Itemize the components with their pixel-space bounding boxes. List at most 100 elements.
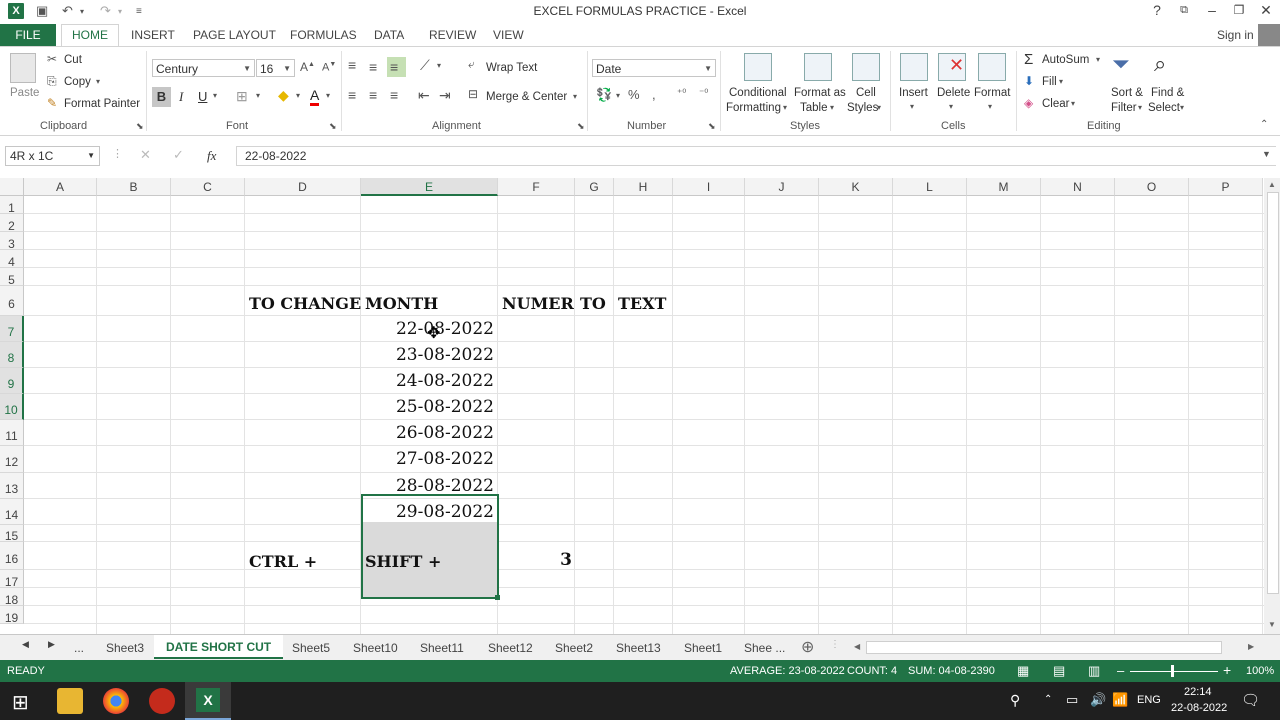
worksheet-grid[interactable]: ABCDEFGHIJKLMNOP 1 2 3 4 5 6 7 8 9 10 11 12 13 14 15 16…	[0, 178, 1280, 634]
font-launcher-icon[interactable]: ⬊	[329, 121, 337, 132]
show-hidden-icons[interactable]: ⌃	[1044, 694, 1052, 705]
column-header-k[interactable]: K	[819, 178, 893, 196]
insert-cells-button[interactable]: Insert	[899, 87, 928, 99]
decrease-decimal-icon[interactable]: ⁻⁰	[699, 88, 708, 99]
borders-icon[interactable]: ⊞	[236, 88, 248, 105]
language-indicator[interactable]: ENG	[1137, 694, 1161, 706]
scroll-down-icon[interactable]: ▼	[1268, 620, 1276, 629]
page-layout-view-icon[interactable]: ▤	[1053, 663, 1065, 679]
underline-button[interactable]: U	[198, 89, 207, 104]
collapse-ribbon-icon[interactable]: ⌃	[1260, 119, 1268, 130]
tab-view[interactable]: VIEW	[493, 28, 524, 42]
autosum-icon[interactable]: Σ	[1024, 51, 1033, 68]
tab-page-layout[interactable]: PAGE LAYOUT	[193, 28, 276, 42]
format-as-table-button[interactable]: Format as	[794, 87, 846, 99]
cell-styles-icon[interactable]	[852, 53, 880, 81]
cell-styles-label2[interactable]: Styles	[847, 102, 878, 114]
column-header-c[interactable]: C	[171, 178, 245, 196]
avatar[interactable]	[1258, 24, 1280, 46]
underline-dropdown-icon[interactable]: ▾	[213, 91, 217, 100]
wrap-text-icon[interactable]: ⤶	[468, 57, 475, 72]
sheet-tab[interactable]: Sheet12	[488, 641, 533, 655]
comma-style-icon[interactable]: ,	[652, 87, 656, 102]
align-top-icon[interactable]: ≡	[348, 57, 356, 73]
row-header-9[interactable]: 9	[0, 368, 24, 394]
clipboard-launcher-icon[interactable]: ⬊	[136, 121, 144, 132]
tab-formulas[interactable]: FORMULAS	[290, 28, 357, 42]
format-as-table-icon[interactable]	[804, 53, 832, 81]
merge-center-icon[interactable]: ⊟	[468, 87, 478, 101]
row-header-5[interactable]: 5	[0, 268, 24, 287]
sheet-tab[interactable]: Sheet1	[684, 641, 722, 655]
windows-start-icon[interactable]: ⊞	[12, 690, 29, 715]
cell-f16[interactable]: 3	[500, 550, 572, 570]
row-header-7[interactable]: 7	[0, 316, 24, 342]
sign-in-link[interactable]: Sign in	[1217, 28, 1254, 42]
bold-button[interactable]: B	[152, 87, 171, 107]
sheet-tab[interactable]: Sheet2	[555, 641, 593, 655]
cell-d6[interactable]: TO CHANGE	[249, 294, 361, 313]
grow-font-icon[interactable]: A▲	[300, 60, 315, 74]
network-icon[interactable]: 📶	[1112, 692, 1128, 708]
shrink-font-icon[interactable]: A▼	[322, 61, 336, 74]
row-header-8[interactable]: 8	[0, 342, 24, 368]
find-select-button[interactable]: Find &	[1151, 87, 1184, 99]
conditional-formatting-button[interactable]: Conditional	[729, 87, 787, 99]
minimize-button[interactable]: –	[1198, 2, 1226, 18]
vertical-scroll-thumb[interactable]	[1267, 192, 1279, 594]
number-launcher-icon[interactable]: ⬊	[708, 121, 716, 132]
format-dropdown-icon[interactable]: ▾	[988, 102, 992, 111]
scroll-up-icon[interactable]: ▲	[1268, 180, 1276, 189]
fill-icon[interactable]: ⬇	[1024, 74, 1034, 88]
cell-h6[interactable]: TEXT	[618, 294, 666, 313]
column-header-d[interactable]: D	[245, 178, 361, 196]
row-header-3[interactable]: 3	[0, 232, 24, 251]
row-header-1[interactable]: 1	[0, 196, 24, 215]
expand-formula-bar-icon[interactable]: ▼	[1262, 149, 1271, 159]
people-icon[interactable]: ⚲	[1010, 692, 1020, 709]
insert-cells-icon[interactable]	[900, 53, 928, 81]
new-sheet-icon[interactable]: ⊕	[801, 637, 814, 657]
scroll-right-icon[interactable]: ▶	[1248, 642, 1254, 651]
conditional-dropdown-icon[interactable]: ▾	[783, 103, 787, 112]
row-header-12[interactable]: 12	[0, 446, 24, 473]
find-select-icon[interactable]: ⌕	[1154, 51, 1166, 77]
volume-icon[interactable]: 🔊	[1090, 692, 1106, 708]
row-header-15[interactable]: 15	[0, 525, 24, 543]
clear-button[interactable]: Clear	[1042, 98, 1069, 110]
merge-dropdown-icon[interactable]: ▾	[573, 92, 577, 101]
format-cells-icon[interactable]	[978, 53, 1006, 81]
column-header-a[interactable]: A	[24, 178, 97, 196]
chrome-icon[interactable]	[103, 688, 129, 714]
battery-icon[interactable]: ▭	[1066, 692, 1078, 708]
cell-e16[interactable]: SHIFT +	[365, 552, 441, 571]
row-header-2[interactable]: 2	[0, 214, 24, 233]
delete-dropdown-icon[interactable]: ▾	[949, 102, 953, 111]
column-header-o[interactable]: O	[1115, 178, 1189, 196]
align-right-icon[interactable]: ≡	[390, 87, 398, 103]
scroll-left-icon[interactable]: ◀	[854, 642, 860, 651]
row-header-18[interactable]: 18	[0, 588, 24, 607]
conditional-formatting-label2[interactable]: Formatting	[726, 102, 781, 114]
copy-icon[interactable]: ⎘	[47, 74, 57, 89]
row-header-14[interactable]: 14	[0, 499, 24, 525]
page-break-view-icon[interactable]: ▥	[1088, 663, 1100, 679]
font-color-icon[interactable]: A	[310, 87, 320, 106]
horizontal-scroll-thumb[interactable]	[866, 641, 1222, 654]
row-header-6[interactable]: 6	[0, 286, 24, 316]
clock-date[interactable]: 22-08-2022	[1171, 702, 1227, 714]
cancel-icon[interactable]: ✕	[140, 147, 151, 163]
cell-e14[interactable]: 29-08-2022	[362, 502, 494, 522]
select-all-corner[interactable]	[0, 178, 24, 196]
cut-icon[interactable]: ✂	[47, 52, 57, 66]
enter-icon[interactable]: ✓	[173, 147, 184, 163]
increase-decimal-icon[interactable]: ⁺⁰	[677, 88, 686, 99]
decrease-indent-icon[interactable]: ⇤	[418, 87, 430, 104]
autosum-dropdown-icon[interactable]: ▾	[1096, 55, 1100, 64]
conditional-formatting-icon[interactable]	[744, 53, 772, 81]
column-header-g[interactable]: G	[575, 178, 614, 196]
column-header-n[interactable]: N	[1041, 178, 1115, 196]
name-box[interactable]: 4R x 1C ▼	[5, 146, 100, 166]
next-sheet-icon[interactable]: ▶	[48, 639, 55, 650]
sort-filter-icon[interactable]: ⏷	[1112, 51, 1130, 77]
